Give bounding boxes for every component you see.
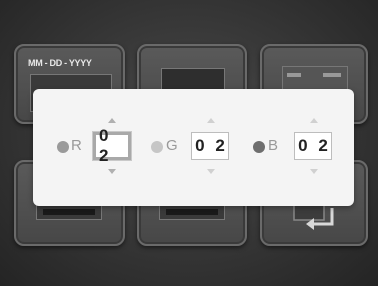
g-increase-arrow-icon[interactable] — [207, 118, 215, 123]
r-decrease-arrow-icon[interactable] — [108, 169, 116, 174]
blue-channel-dot-icon — [253, 141, 265, 153]
r-increase-arrow-icon[interactable] — [108, 118, 116, 123]
rgb-adjust-panel: R 0 2 G 0 2 B 0 2 — [33, 89, 354, 206]
channel-r-label: R — [71, 137, 82, 154]
channel-b-group: B 0 2 — [238, 89, 354, 206]
green-channel-dot-icon — [151, 141, 163, 153]
b-increase-arrow-icon[interactable] — [310, 118, 318, 123]
b-decrease-arrow-icon[interactable] — [310, 169, 318, 174]
r-value-field[interactable]: 0 2 — [93, 126, 131, 165]
b-value-field[interactable]: 0 2 — [294, 132, 332, 160]
g-decrease-arrow-icon[interactable] — [207, 169, 215, 174]
g-value-field[interactable]: 0 2 — [191, 132, 229, 160]
channel-r-group: R 0 2 — [33, 89, 143, 206]
date-format-label: MM - DD - YYYY — [28, 58, 92, 68]
channel-b-label: B — [268, 137, 279, 154]
channel-g-label: G — [166, 137, 178, 154]
red-channel-dot-icon — [57, 141, 69, 153]
channel-g-group: G 0 2 — [133, 89, 243, 206]
